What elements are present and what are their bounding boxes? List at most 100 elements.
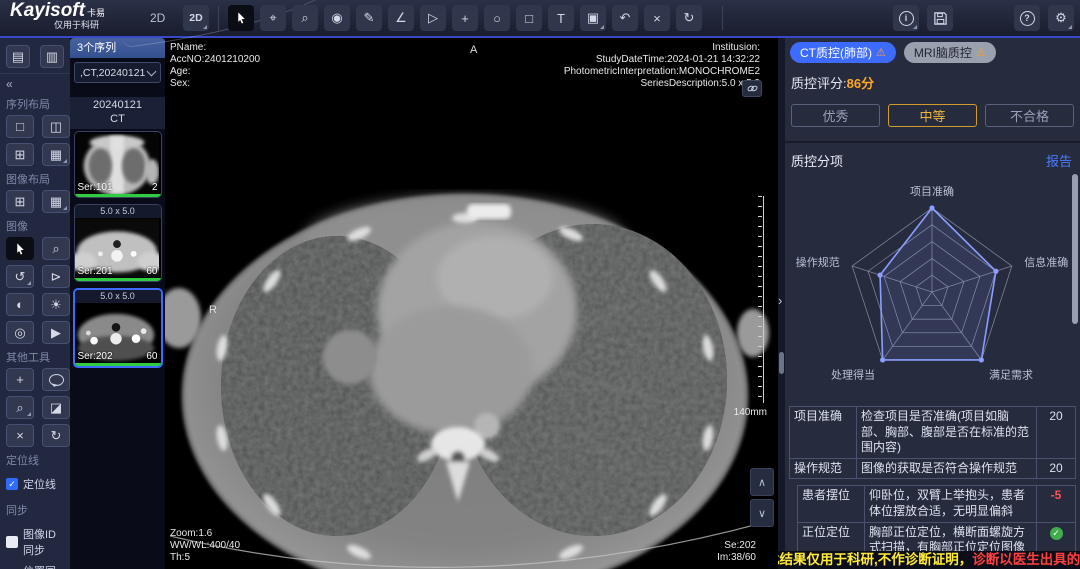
scrollbar-thumb[interactable] — [779, 352, 784, 374]
zoom-tool-button[interactable]: ⌕ — [292, 5, 318, 31]
about-button[interactable]: i — [893, 5, 919, 31]
series-count-header: 3个序列 — [70, 38, 165, 58]
checkbox[interactable] — [6, 536, 18, 548]
reset-view-button[interactable]: ↻ — [676, 5, 702, 31]
save-button[interactable] — [927, 5, 953, 31]
sync-section-label: 同步 — [0, 497, 70, 521]
length-measure-tool-button[interactable]: ✎ — [356, 5, 382, 31]
link-series-button[interactable] — [742, 80, 762, 97]
image-annotation-tool-button[interactable]: ▣ — [580, 5, 606, 31]
qc-score-table: 项目准确 检查项目是否准确(项目如脑部、胸部、腹部是否在标准的范围内容) 20 … — [789, 406, 1076, 479]
series-thumbnail-201[interactable]: 5.0 x 5.0 Ser:20160 — [74, 204, 162, 282]
series-number: Ser:101 — [78, 182, 113, 193]
dicom-viewer-app: Kayisoft卡易 仅用于科研 2D 2D ⌖ ⌕ ◉ ✎ ∠ ▷ + ○ □… — [0, 0, 1080, 569]
main-image-viewport[interactable]: PName: AccNO:2401210200 Age: Sex: Instit… — [165, 38, 778, 569]
cine-play-button[interactable]: ▶ — [42, 321, 70, 344]
image-layout-3x3-button[interactable]: ▦ — [42, 190, 70, 213]
pan-tool-button[interactable]: ⌖ — [260, 5, 286, 31]
app-logo: Kayisoft卡易 仅用于科研 — [10, 1, 105, 30]
rotate-left-button[interactable]: ↺ — [6, 265, 34, 288]
criteria-score: 20 — [1037, 407, 1076, 459]
orientation-marker-right: R — [209, 304, 217, 316]
localizer-checkbox[interactable]: 定位线 — [6, 476, 64, 492]
rect-roi-tool-button[interactable]: □ — [516, 5, 542, 31]
eraser-button[interactable]: ◪ — [42, 396, 70, 419]
sync-image-id-checkbox[interactable]: 图像ID同步 — [6, 526, 64, 558]
layout-1x1-button[interactable]: □ — [6, 115, 34, 138]
window-level-tool-button[interactable]: ◉ — [324, 5, 350, 31]
svg-text:信息准确: 信息准确 — [1024, 255, 1068, 269]
checkbox-label: 定位线 — [23, 476, 56, 492]
layout-2d-button[interactable]: 2D — [183, 5, 209, 31]
warning-icon: ⚠ — [976, 46, 986, 59]
zoom-tool-button[interactable]: ⌕ — [42, 237, 70, 260]
scroll-down-button[interactable]: ∨ — [750, 499, 774, 527]
reset-icon: ↻ — [51, 428, 62, 444]
brightness-button[interactable]: ☀ — [42, 293, 70, 316]
angle-measure-tool-button[interactable]: ∠ — [388, 5, 414, 31]
flip-horizontal-button[interactable]: ⊳ — [42, 265, 70, 288]
ellipse-icon: ○ — [493, 11, 501, 26]
chevron-up-icon: ∧ — [758, 476, 766, 489]
tab-ct-lung-qc[interactable]: CT质控(肺部) ⚠ — [790, 42, 896, 63]
study-select-dropdown[interactable]: ,CT,20240121 — [74, 62, 161, 83]
scroll-up-button[interactable]: ∧ — [750, 468, 774, 496]
comment-button[interactable] — [42, 368, 70, 391]
subcriteria-desc: 仰卧位，双臂上举抱头，患者体位摆放合适，无明显偏斜 — [865, 486, 1037, 522]
settings-button[interactable]: ⚙ — [1048, 5, 1074, 31]
gear-icon: ⚙ — [1055, 10, 1067, 26]
tab-mri-brain-qc[interactable]: MRI脑质控 ⚠ — [904, 42, 996, 63]
report-panel-button[interactable]: ▥ — [40, 45, 64, 68]
series-layout-tools: □ ◫ ⊞ ▦ — [0, 115, 70, 166]
series-list-button[interactable]: ▤ — [6, 45, 30, 68]
cursor-tool-button[interactable] — [6, 237, 34, 260]
logo-subtitle: 仅用于科研 — [54, 21, 105, 30]
invert-icon: ◎ — [14, 325, 25, 341]
local-magnify-button[interactable]: ⌕ — [6, 396, 34, 419]
series-thumbnail-202[interactable]: 5.0 x 5.0 Ser:20260 — [73, 288, 163, 368]
delete-annotation-button[interactable]: × — [644, 5, 670, 31]
reset-button[interactable]: ↻ — [42, 424, 70, 447]
series-text: Se:202 — [717, 540, 756, 552]
layout-3x3-button[interactable]: ▦ — [42, 143, 70, 166]
series-layout-section-label: 序列布局 — [0, 91, 70, 115]
layout-2x2-button[interactable]: ⊞ — [6, 143, 34, 166]
series-thumbnail-101[interactable]: Ser:1012 — [74, 131, 162, 198]
delete-button[interactable]: × — [6, 424, 34, 447]
layout-1x2-button[interactable]: ◫ — [42, 115, 70, 138]
cursor-icon — [14, 242, 27, 256]
speech-bubble-icon — [49, 374, 64, 386]
probe-tool-button[interactable]: ▷ — [420, 5, 446, 31]
help-button[interactable]: ? — [1014, 5, 1040, 31]
grade-buttons: 优秀 中等 不合格 — [785, 92, 1080, 127]
sync-position-checkbox[interactable]: 位置同步 — [6, 563, 64, 569]
panel-scrollbar-thumb[interactable] — [1072, 174, 1078, 324]
scale-ruler — [756, 196, 764, 403]
loaded-progress-bar — [75, 363, 161, 366]
toolbar-separator — [722, 6, 723, 30]
contrast-button[interactable]: ◐ — [6, 293, 34, 316]
panel-divider: › — [778, 38, 785, 569]
checkbox[interactable] — [6, 478, 18, 490]
criteria-score: 20 — [1037, 458, 1076, 479]
grade-medium-button[interactable]: 中等 — [888, 104, 977, 127]
collapse-sidebar-button[interactable]: « — [0, 74, 70, 91]
report-link[interactable]: 报告 — [1046, 151, 1072, 170]
logo-text: Kayisoft — [10, 0, 85, 21]
grade-excellent-button[interactable]: 优秀 — [791, 104, 880, 127]
text-annotation-tool-button[interactable]: T — [548, 5, 574, 31]
ct-axial-image[interactable] — [165, 38, 778, 569]
grade-fail-button[interactable]: 不合格 — [985, 104, 1074, 127]
add-marker-button[interactable]: + — [6, 368, 34, 391]
ellipse-roi-tool-button[interactable]: ○ — [484, 5, 510, 31]
invert-button[interactable]: ◎ — [6, 321, 34, 344]
point-marker-tool-button[interactable]: + — [452, 5, 478, 31]
undo-button[interactable]: ↶ — [612, 5, 638, 31]
expand-panel-button[interactable]: › — [778, 293, 782, 308]
other-tools: + ⌕ ◪ × ↻ — [0, 368, 70, 447]
cursor-tool-button[interactable] — [228, 5, 254, 31]
image-layout-2x2-button[interactable]: ⊞ — [6, 190, 34, 213]
orientation-marker-anterior: A — [470, 44, 477, 56]
plus-icon: + — [461, 11, 469, 26]
eraser-icon: ◪ — [50, 400, 62, 416]
